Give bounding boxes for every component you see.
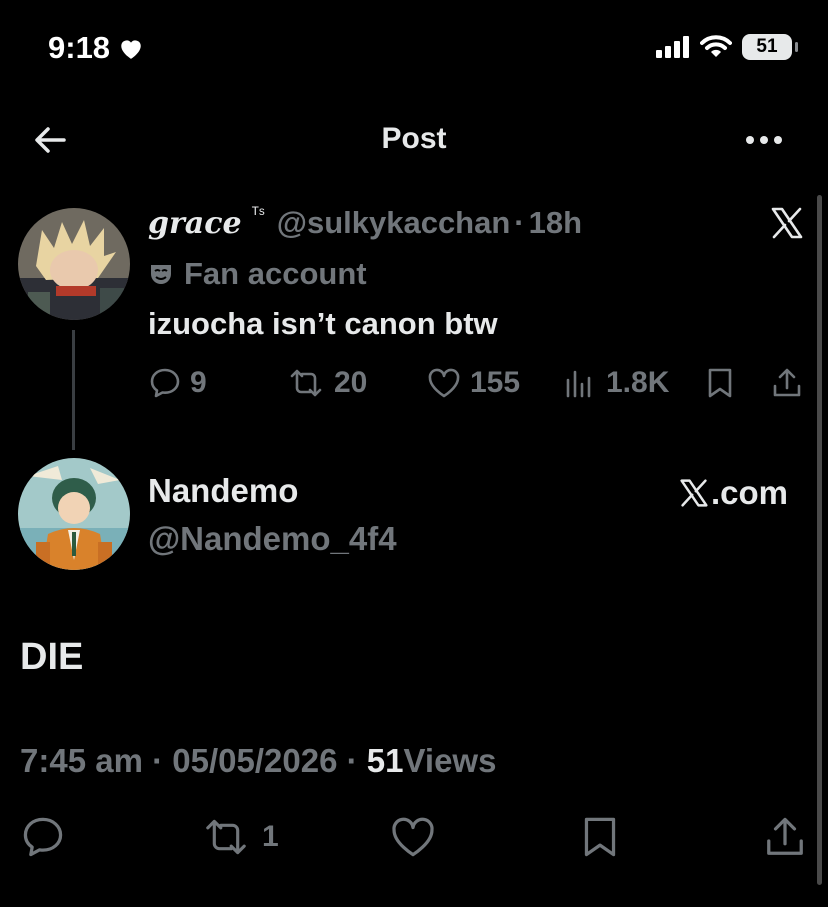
post-actions: 1 bbox=[0, 814, 828, 870]
views-button[interactable]: 1.8K bbox=[564, 366, 669, 400]
heart-icon bbox=[118, 36, 144, 60]
views-count: 51 bbox=[366, 742, 404, 779]
separator: · bbox=[346, 742, 358, 779]
status-indicators: 51 bbox=[656, 34, 798, 60]
more-dots-icon bbox=[746, 136, 782, 144]
post-text: DIE bbox=[20, 636, 84, 678]
bookmark-icon bbox=[708, 368, 732, 398]
quoted-tweet-header: grace ᵀˢ @sulkykacchan · 18h bbox=[148, 204, 583, 241]
quoted-tweet-actions: 9 20 155 1.8K bbox=[148, 366, 808, 410]
views-chart-icon bbox=[564, 366, 598, 400]
heart-outline-icon bbox=[392, 817, 434, 857]
repost-icon bbox=[290, 369, 322, 397]
share-button[interactable] bbox=[762, 814, 808, 860]
battery-level: 51 bbox=[756, 36, 778, 57]
repost-button[interactable]: 20 bbox=[286, 366, 367, 400]
quoted-tweet-text: izuocha isn’t canon btw bbox=[148, 306, 498, 341]
page-title: Post bbox=[381, 122, 447, 155]
x-logo-icon bbox=[770, 206, 804, 240]
repost-count: 20 bbox=[334, 366, 368, 399]
separator: · bbox=[514, 205, 525, 240]
avatar[interactable] bbox=[18, 208, 130, 320]
reply-button[interactable] bbox=[20, 814, 66, 860]
bookmark-button[interactable] bbox=[578, 814, 622, 860]
like-button[interactable]: 155 bbox=[426, 366, 520, 400]
battery-indicator: 51 bbox=[742, 34, 798, 60]
views-label: Views bbox=[403, 742, 497, 779]
share-icon bbox=[767, 817, 803, 855]
fan-account-label: Fan account bbox=[148, 256, 367, 292]
source-label: .com bbox=[679, 474, 788, 512]
author-handle[interactable]: @sulkykacchan bbox=[277, 205, 511, 241]
repost-icon bbox=[206, 819, 246, 855]
author-name[interactable]: grace bbox=[148, 206, 242, 241]
avatar-image-icon bbox=[18, 208, 130, 320]
status-time: 9:18 bbox=[48, 30, 144, 66]
separator: · bbox=[152, 742, 164, 779]
wifi-icon bbox=[700, 35, 732, 59]
bookmark-icon bbox=[584, 817, 616, 857]
avatar-image-icon bbox=[18, 458, 130, 570]
repost-count: 1 bbox=[262, 820, 279, 853]
bookmark-button[interactable] bbox=[704, 366, 736, 400]
thread-connector-line bbox=[72, 330, 75, 450]
source-text: .com bbox=[710, 474, 788, 511]
mask-icon bbox=[148, 261, 174, 287]
reply-button[interactable]: 9 bbox=[148, 366, 207, 400]
tweet-age: 18h bbox=[528, 205, 583, 240]
status-time-text: 9:18 bbox=[48, 30, 111, 65]
reply-author-name[interactable]: Nandemo bbox=[148, 472, 298, 510]
reply-count: 9 bbox=[190, 366, 207, 399]
repost-button[interactable]: 1 bbox=[200, 814, 279, 860]
reply-author-handle[interactable]: @Nandemo_4f4 bbox=[148, 520, 397, 558]
reply-icon bbox=[23, 817, 63, 857]
author-name-suffix: ᵀˢ bbox=[251, 204, 265, 223]
fan-account-text: Fan account bbox=[184, 256, 367, 291]
more-options-button[interactable] bbox=[740, 128, 788, 152]
like-count: 155 bbox=[470, 366, 521, 399]
cellular-signal-icon bbox=[656, 36, 690, 58]
share-button[interactable] bbox=[770, 366, 804, 400]
like-button[interactable] bbox=[388, 814, 438, 860]
x-logo-icon bbox=[679, 478, 709, 508]
reply-icon bbox=[150, 368, 180, 398]
post-metadata: 7:45 am · 05/05/2026 · 51Views bbox=[20, 742, 496, 780]
views-count: 1.8K bbox=[606, 366, 670, 399]
heart-outline-icon bbox=[428, 368, 460, 398]
share-icon bbox=[773, 368, 801, 397]
post-time: 7:45 am bbox=[20, 742, 143, 779]
scrollbar[interactable] bbox=[817, 195, 822, 885]
avatar[interactable] bbox=[18, 458, 130, 570]
post-date: 05/05/2026 bbox=[172, 742, 338, 779]
